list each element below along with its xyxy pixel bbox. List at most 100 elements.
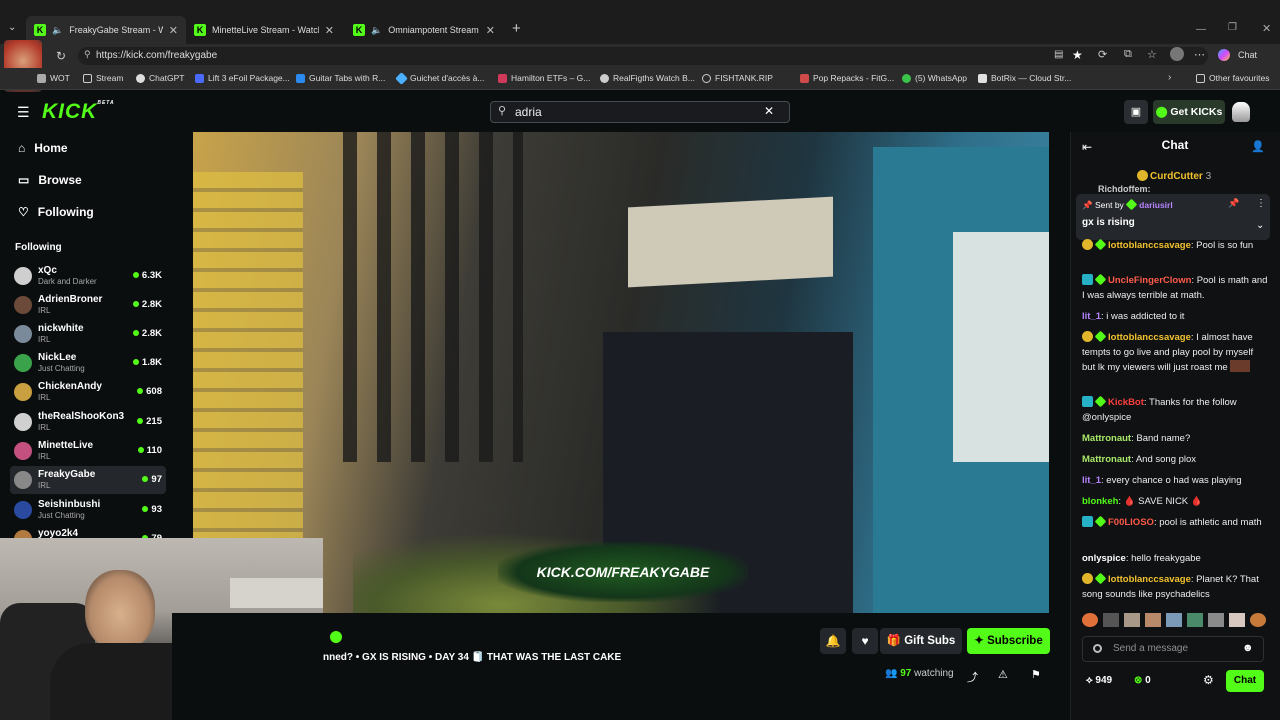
sidebar-channel-freakygabe[interactable]: FreakyGabe IRL 97 (10, 466, 166, 494)
sidebar-channel-seishinbushi[interactable]: Seishinbushi Just Chatting 93 (10, 496, 166, 524)
get-kicks-button[interactable]: ⬤ Get KICKs (1153, 100, 1225, 124)
extension-icon[interactable]: ⟳ (1098, 48, 1107, 61)
gear-icon[interactable]: ⚙ (1203, 673, 1214, 687)
bookmark-item[interactable]: BotRix — Cloud Str... (978, 73, 1071, 83)
emote-icon[interactable] (1250, 613, 1266, 627)
badge-icon (1094, 273, 1107, 286)
sidebar-channel-yoyo2k4[interactable]: yoyo2k4 79 (10, 525, 166, 539)
refresh-icon[interactable]: ↻ (56, 49, 66, 63)
nav-following[interactable]: ♡ Following (18, 205, 94, 219)
favorites-icon[interactable]: ☆ (1147, 48, 1157, 61)
emote-bar[interactable] (1082, 613, 1268, 629)
pinned-sender: 📌 Sent by dariusirl (1082, 198, 1173, 211)
nav-home[interactable]: ⌂ Home (18, 141, 68, 155)
nav-browse[interactable]: ▭ Browse (18, 173, 82, 187)
chat-message[interactable]: Mattronaut: And song plox (1082, 452, 1268, 467)
emote-icon[interactable] (1124, 613, 1140, 627)
tab-minettelive[interactable]: K MinetteLive Stream - Watch Live o ✕ (186, 16, 342, 44)
sidebar-channel-therealshookon3[interactable]: theRealShooKon3 IRL 215 (10, 408, 166, 436)
bookmark-item[interactable]: (5) WhatsApp (902, 73, 967, 83)
hamburger-menu-icon[interactable]: ☰ (17, 104, 30, 121)
tab-list-icon[interactable]: ⌄ (8, 22, 16, 33)
users-icon[interactable]: 👤 (1251, 140, 1265, 153)
sidebar-channel-adrienbroner[interactable]: AdrienBroner IRL 2.8K (10, 291, 166, 319)
unpin-icon[interactable]: 📌 (1228, 198, 1239, 209)
send-chat-button[interactable]: Chat (1226, 670, 1264, 692)
favorite-star-icon[interactable]: ★ (1072, 48, 1083, 62)
chat-settings-dot-icon[interactable] (1093, 644, 1102, 653)
chat-message[interactable]: onlyspice: hello freakygabe (1082, 551, 1268, 566)
share-icon[interactable]: ⤴ (967, 669, 978, 685)
chat-message[interactable]: F00LIOSO: pool is athletic and math (1082, 515, 1268, 530)
close-tab-icon[interactable]: ✕ (325, 24, 334, 37)
chat-message[interactable]: lit_1: i was addicted to it (1082, 309, 1268, 324)
bookmark-item[interactable]: RealFigths Watch B... (600, 73, 695, 83)
bookmark-item[interactable]: Hamilton ETFs – G... (498, 73, 590, 83)
theater-mode-button[interactable]: ▣ (1124, 100, 1148, 124)
points-balance[interactable]: ⊗ 0 (1134, 675, 1151, 686)
gift-subs-button[interactable]: 🎁 Gift Subs (880, 628, 962, 654)
chat-message[interactable]: lit_1: every chance o had was playing (1082, 473, 1268, 488)
chevron-right-icon[interactable]: › (1168, 72, 1171, 83)
split-screen-icon[interactable]: ⧉ (1124, 48, 1132, 61)
sidebar-channel-minettelive[interactable]: MinetteLive IRL 110 (10, 437, 166, 465)
chat-message-input[interactable]: Send a message (1082, 636, 1264, 662)
emote-icon[interactable] (1082, 613, 1098, 627)
pinned-message[interactable]: 📌 Sent by dariusirl gx is rising 📌 ⋮ ⌄ (1076, 194, 1270, 240)
bookmark-item[interactable]: Guitar Tabs with R... (296, 73, 385, 83)
chat-message[interactable]: lottoblanccsavage: Pool is so fun (1082, 238, 1268, 253)
kicks-balance[interactable]: ⟡ 949 (1086, 675, 1112, 686)
report-icon[interactable]: ⚠ (998, 668, 1008, 681)
url-field[interactable]: https://kick.com/freakygabe (78, 47, 1208, 65)
emoji-picker-icon[interactable]: ☻ (1242, 642, 1254, 654)
emote-icon[interactable] (1166, 613, 1182, 627)
clear-search-icon[interactable]: ✕ (764, 104, 774, 118)
close-tab-icon[interactable]: ✕ (169, 24, 178, 37)
reader-icon[interactable]: ▤ (1054, 49, 1063, 60)
bookmark-item[interactable]: Pop Repacks - FitG... (800, 73, 894, 83)
new-tab-icon[interactable]: + (512, 20, 521, 37)
bookmark-item[interactable]: ChatGPT (136, 73, 184, 83)
chevron-down-icon[interactable]: ⌄ (1256, 220, 1264, 231)
user-avatar[interactable] (1232, 102, 1250, 122)
sidebar-channel-nicklee[interactable]: NickLee Just Chatting 1.8K (10, 349, 166, 377)
emote-icon[interactable] (1208, 613, 1224, 627)
chat-message[interactable]: Mattronaut: Band name? (1082, 431, 1268, 446)
emote-icon[interactable] (1187, 613, 1203, 627)
close-window-icon[interactable]: ✕ (1262, 22, 1271, 35)
subscribe-button[interactable]: ✦ Subscribe (967, 628, 1050, 654)
bookmark-item[interactable]: Lift 3 eFoil Package... (195, 73, 290, 83)
more-menu-icon[interactable]: ⋯ (1194, 48, 1205, 61)
other-favourites[interactable]: Other favourites (1196, 73, 1269, 83)
emote-icon[interactable] (1229, 613, 1245, 627)
tab-freakygabe[interactable]: K 🔈 FreakyGabe Stream - Watch Li ✕ (26, 16, 186, 44)
sidebar-channel-nickwhite[interactable]: nickwhite IRL 2.8K (10, 320, 166, 348)
close-tab-icon[interactable]: ✕ (486, 24, 495, 37)
bookmark-item[interactable]: FISHTANK.RIP (702, 73, 773, 83)
sidebar-channel-chickenandy[interactable]: ChickenAndy IRL 608 (10, 378, 166, 406)
copilot-chat-label[interactable]: Chat (1238, 50, 1257, 60)
tab-omniampotent[interactable]: K 🔈 Omniampotent Stream - Watc ✕ (345, 16, 503, 44)
chat-message[interactable]: UncleFingerClown: Pool is math and I was… (1082, 273, 1268, 303)
chat-message[interactable]: blonkeh: 🩸 SAVE NICK 🩸 (1082, 494, 1268, 509)
sidebar-channel-xqc[interactable]: xQc Dark and Darker 6.3K (10, 262, 166, 290)
chat-message[interactable]: lottoblanccsavage: Planet K? That song s… (1082, 572, 1268, 602)
kick-logo[interactable]: KICKBETA (42, 100, 115, 124)
bookmark-item[interactable]: Stream (83, 73, 123, 83)
search-input[interactable]: adria (490, 101, 790, 123)
site-info-icon[interactable]: ⚲ (84, 49, 91, 60)
notifications-button[interactable]: 🔔 (820, 628, 846, 654)
chat-message[interactable]: lottoblanccsavage: I almost have tempts … (1082, 330, 1268, 375)
copilot-icon[interactable] (1218, 49, 1230, 61)
emote-icon[interactable] (1145, 613, 1161, 627)
account-icon[interactable] (1170, 47, 1184, 61)
more-options-icon[interactable]: ⋮ (1256, 198, 1266, 209)
follow-button[interactable]: ♥ (852, 628, 878, 654)
emote-icon[interactable] (1103, 613, 1119, 627)
bookmark-item[interactable]: WOT (37, 73, 70, 83)
restore-icon[interactable]: ❐ (1228, 22, 1237, 33)
chat-message[interactable]: KickBot: Thanks for the follow @onlyspic… (1082, 395, 1268, 425)
minimize-icon[interactable]: — (1196, 24, 1206, 35)
bookmark-item[interactable]: Guichet d'accès à... (395, 71, 484, 85)
options-icon[interactable]: ⚑ (1031, 668, 1041, 681)
